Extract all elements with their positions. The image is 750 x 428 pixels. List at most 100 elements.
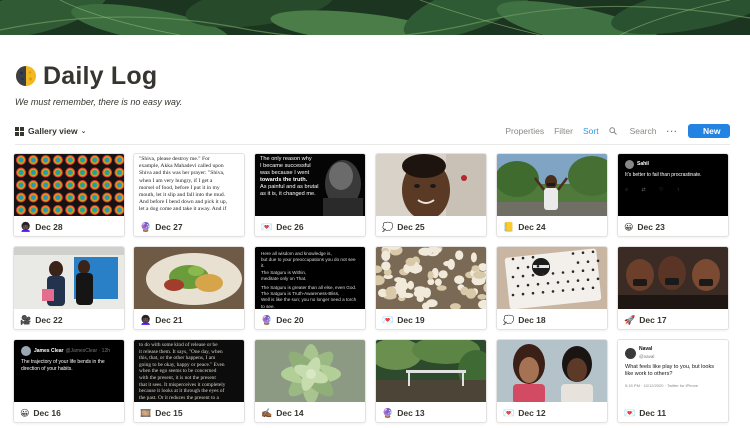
card-title: Dec 28 [35,222,63,232]
card-emoji: 🔮 [140,221,152,232]
card-title: Dec 25 [397,222,425,232]
gallery-card[interactable]: The only reason why I became successful w… [254,153,366,237]
card-thumbnail: Here all wisdom and knowledge is, but due… [255,247,365,309]
card-emoji: 👩🏿‍🦱 [20,221,32,232]
card-title: Dec 27 [155,222,183,232]
card-title: Dec 19 [397,315,425,325]
gallery-card[interactable]: 💭 Dec 18 [496,246,608,330]
card-thumbnail: Naval @naval What feels like play to you… [618,340,728,402]
gallery-card[interactable]: 👩🏿‍🦱 Dec 28 [13,153,125,237]
card-title: Dec 26 [276,222,304,232]
card-title: Dec 18 [518,315,546,325]
card-thumbnail: The only reason why I became successful w… [255,154,365,216]
card-title: Dec 15 [155,408,183,418]
filter-button[interactable]: Filter [554,126,573,136]
card-title: Dec 12 [518,408,546,418]
gallery-card[interactable]: 📒 Dec 24 [496,153,608,237]
page-title[interactable]: Daily Log [43,62,157,91]
avatar [625,160,634,169]
tweet-screenshot: Sahil It's better to fail than procrasti… [618,154,728,216]
gallery-grid-icon [15,126,24,136]
gallery-card[interactable]: Here all wisdom and knowledge is, but due… [254,246,366,330]
book-excerpt: to do with some kind of release or be it … [139,342,226,401]
tweet-screenshot: James Clear @JamesClear · 12h The trajec… [14,340,124,402]
card-emoji: 👩🏿‍🦱 [140,314,152,325]
database-toolbar: Gallery view ⌄ Properties Filter Sort Se… [15,122,737,140]
card-thumbnail [497,154,607,216]
card-thumbnail [376,154,486,216]
gallery-card[interactable]: 👩🏿‍🦱 Dec 21 [133,246,245,330]
card-title: Dec 21 [155,315,183,325]
card-title: Dec 22 [35,315,63,325]
card-emoji: 💌 [261,221,273,232]
card-title: Dec 13 [397,408,425,418]
gallery-card[interactable]: 💌 Dec 12 [496,339,608,423]
card-thumbnail [497,340,607,402]
card-title: Dec 17 [639,315,667,325]
quote-text: The only reason why I became successful w… [260,156,319,197]
card-thumbnail [376,247,486,309]
chevron-down-icon: ⌄ [80,128,87,135]
avatar [625,347,636,359]
sort-button[interactable]: Sort [583,126,599,136]
card-thumbnail [255,340,365,402]
page-header: Daily Log We must remember, there is no … [15,60,735,108]
card-title: Dec 14 [276,408,304,418]
card-emoji: 💌 [382,314,394,325]
search-button[interactable]: Search [608,126,657,136]
poem-excerpt: "Shiva, please destroy me." For example, … [139,156,228,213]
gallery-card[interactable]: Sahil It's better to fail than procrasti… [617,153,729,237]
card-emoji: 💌 [503,407,515,418]
gallery-card[interactable]: 💌 Dec 19 [375,246,487,330]
card-emoji: 🚀 [624,314,636,325]
card-emoji: 💌 [624,407,636,418]
card-thumbnail [134,247,244,309]
gallery-card[interactable]: 💭 Dec 25 [375,153,487,237]
gallery-card[interactable]: 🎥 Dec 22 [13,246,125,330]
properties-button[interactable]: Properties [505,126,544,136]
card-title: Dec 20 [276,315,304,325]
card-thumbnail [376,340,486,402]
page-subtitle[interactable]: We must remember, there is no easy way. [15,97,735,107]
card-emoji: 🔮 [382,407,394,418]
card-emoji: 🎞️ [140,407,152,418]
view-label: Gallery view [28,126,78,136]
card-emoji: 🎥 [20,314,32,325]
card-thumbnail [618,247,728,309]
card-emoji: 🔮 [261,314,273,325]
gallery-card[interactable]: 🚀 Dec 17 [617,246,729,330]
avatar [21,346,31,356]
gallery-card[interactable]: James Clear @JamesClear · 12h The trajec… [13,339,125,423]
card-emoji: ✍🏾 [261,407,273,418]
new-label: New [703,126,721,136]
new-dropdown-icon[interactable]: ▼ [730,124,737,138]
gallery-card[interactable]: Naval @naval What feels like play to you… [617,339,729,423]
card-emoji: 💭 [382,221,394,232]
card-title: Dec 16 [33,408,61,418]
card-emoji: 💭 [503,314,515,325]
card-thumbnail [497,247,607,309]
card-emoji: 😀 [20,407,30,418]
card-thumbnail: to do with some kind of release or be it … [134,340,244,402]
card-title: Dec 23 [637,222,665,232]
more-options-icon[interactable]: ··· [667,126,679,136]
search-icon [608,127,617,135]
gallery-card[interactable]: to do with some kind of release or be it … [133,339,245,423]
card-title: Dec 24 [518,222,546,232]
gallery-card[interactable]: "Shiva, please destroy me." For example, … [133,153,245,237]
gallery-card[interactable]: 🔮 Dec 13 [375,339,487,423]
toolbar-divider [15,144,730,145]
gallery-card[interactable]: ✍🏾 Dec 14 [254,339,366,423]
card-emoji: 📒 [503,221,515,232]
card-thumbnail [14,247,124,309]
new-button[interactable]: New ▼ [688,124,737,138]
view-switcher[interactable]: Gallery view ⌄ [15,126,87,136]
card-thumbnail: Sahil It's better to fail than procrasti… [618,154,728,216]
search-label: Search [629,126,657,136]
card-thumbnail: "Shiva, please destroy me." For example, … [134,154,244,216]
card-emoji: 😀 [624,221,634,232]
scripture-text: Here all wisdom and knowledge is, but due… [255,247,365,309]
moon-icon [16,66,36,86]
card-thumbnail: James Clear @JamesClear · 12h The trajec… [14,340,124,402]
card-thumbnail [14,154,124,216]
